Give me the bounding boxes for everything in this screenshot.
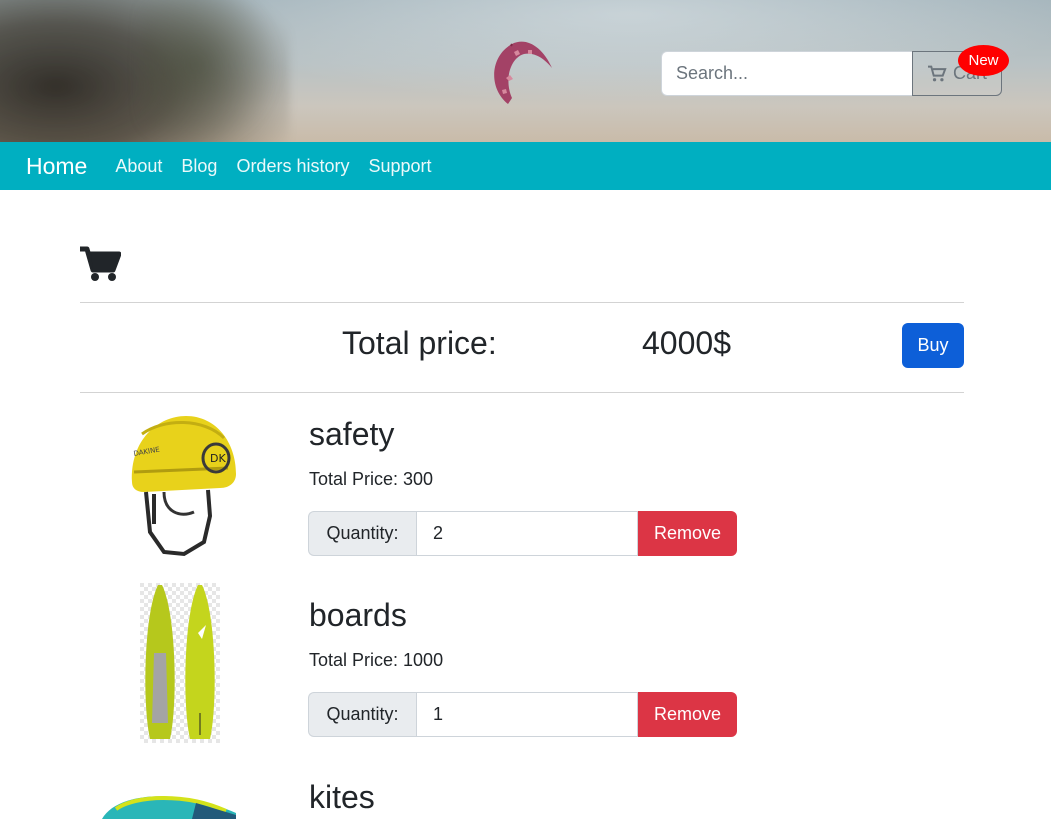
item-title: kites: [309, 779, 375, 815]
item-title: safety: [309, 416, 395, 452]
item-title: boards: [309, 597, 407, 633]
total-price-label: Total price:: [342, 325, 497, 361]
nav-link-about[interactable]: About: [115, 156, 162, 177]
nav-link-blog[interactable]: Blog: [181, 156, 217, 177]
helmet-image: DK DAKINE: [131, 416, 236, 557]
cart-icon: [927, 65, 947, 81]
remove-button[interactable]: Remove: [638, 511, 737, 556]
divider: [80, 302, 964, 303]
kite-image: [102, 796, 236, 819]
quantity-group: Quantity: Remove: [308, 692, 737, 737]
board-image: [140, 583, 220, 743]
kite-logo[interactable]: [482, 38, 558, 108]
item-total-price: Total Price: 1000: [309, 650, 444, 670]
quantity-group: Quantity: Remove: [308, 511, 737, 556]
quantity-label: Quantity:: [308, 692, 416, 737]
main-navbar: Home About Blog Orders history Support: [0, 142, 1051, 190]
cart-icon: [80, 246, 121, 281]
search-input[interactable]: [661, 51, 912, 96]
quantity-input[interactable]: [416, 692, 638, 737]
nav-link-support[interactable]: Support: [368, 156, 431, 177]
quantity-label: Quantity:: [308, 511, 416, 556]
search-group: Cart New: [661, 45, 1009, 96]
new-badge: New: [958, 45, 1009, 76]
nav-home-link[interactable]: Home: [26, 153, 87, 180]
divider: [80, 392, 964, 393]
buy-button[interactable]: Buy: [902, 323, 964, 368]
tree-silhouette: [140, 0, 280, 142]
nav-link-orders-history[interactable]: Orders history: [236, 156, 349, 177]
item-total-price: Total Price: 300: [309, 469, 434, 489]
svg-text:DK: DK: [210, 452, 226, 465]
total-price-value: 4000$: [642, 325, 731, 361]
remove-button[interactable]: Remove: [638, 692, 737, 737]
hero-header: Cart New: [0, 0, 1051, 142]
cart-button[interactable]: Cart New: [912, 45, 1009, 96]
quantity-input[interactable]: [416, 511, 638, 556]
